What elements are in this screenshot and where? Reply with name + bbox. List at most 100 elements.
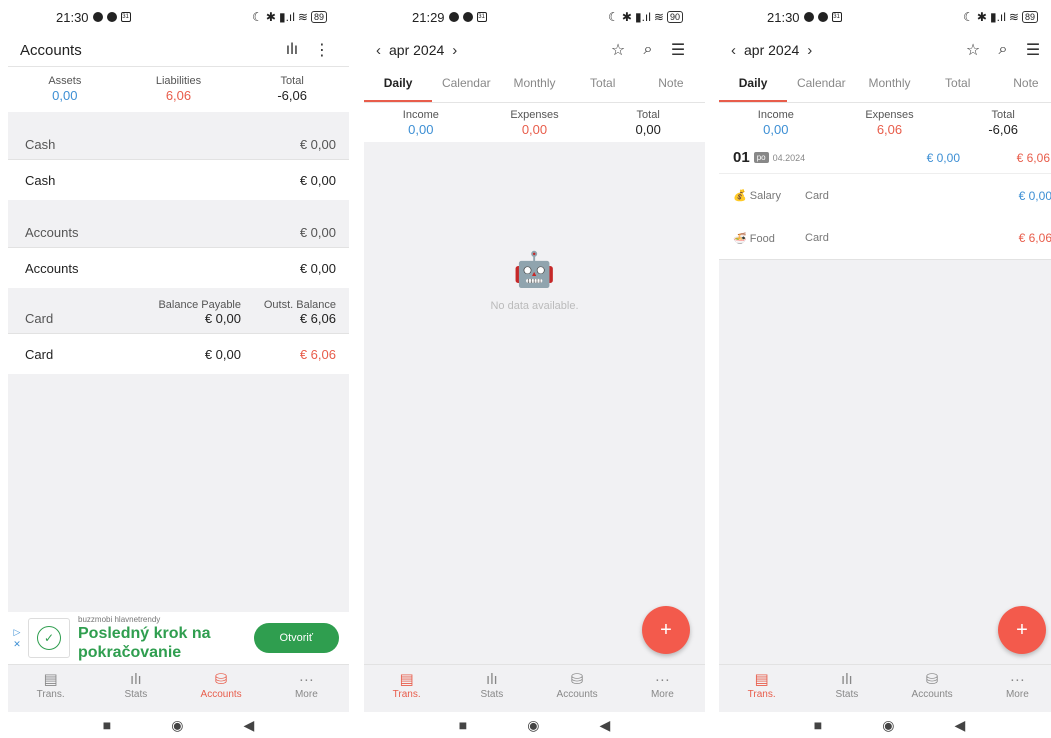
transaction-category: Salary [749, 190, 781, 202]
signal-icon: ▮.ıl [989, 10, 1006, 24]
status-bar: 21:30 31 ☾ ✱ ▮.ıl ≋ 89 [719, 0, 1051, 34]
back-icon[interactable]: ◀ [954, 717, 965, 734]
app-bar: ‹ apr 2024 › ☆ ⌕ ☰ [364, 34, 705, 66]
nav-stats[interactable]: ılı Stats [804, 665, 889, 710]
home-icon[interactable]: ◉ [882, 717, 894, 734]
search-icon[interactable]: ⌕ [633, 41, 663, 59]
period-label[interactable]: apr 2024 [744, 42, 799, 58]
recents-icon[interactable]: ■ [459, 717, 467, 733]
nav-more[interactable]: ··· More [975, 665, 1051, 710]
nav-accounts[interactable]: ⛁ Accounts [890, 665, 975, 710]
tab-note[interactable]: Note [637, 66, 705, 102]
group-header-card[interactable]: Card Balance Payable € 0,00 Outst. Balan… [8, 288, 349, 334]
day-header[interactable]: 01 po 04.2024 € 0,00 € 6,06 [719, 142, 1051, 174]
chevron-left-icon[interactable]: ‹ [376, 42, 381, 59]
battery-icon: 89 [310, 11, 327, 23]
chevron-left-icon[interactable]: ‹ [731, 42, 736, 59]
nav-trans[interactable]: ▤ Trans. [8, 665, 93, 710]
money-bag-icon: 💰 [733, 190, 747, 202]
check-icon: ✓ [37, 626, 61, 650]
total-value: -6,06 [277, 88, 307, 103]
robot-icon: 🤖 [513, 251, 556, 289]
nav-stats[interactable]: ılı Stats [93, 665, 178, 710]
home-icon[interactable]: ◉ [171, 717, 183, 734]
nav-more[interactable]: ··· More [620, 665, 705, 710]
total-value: 0,00 [635, 122, 661, 137]
ad-banner[interactable]: ▷ ✕ ✓ buzzmobi hlavnetrendy Posledný krok… [8, 612, 349, 664]
food-icon: 🍜 [733, 232, 747, 245]
recents-icon[interactable]: ■ [103, 717, 111, 733]
group-header-cash[interactable]: Cash € 0,00 [8, 133, 349, 160]
transaction-account: Card [805, 232, 829, 244]
filter-icon[interactable]: ☰ [1018, 40, 1048, 60]
weekday-badge: po [753, 152, 769, 163]
calendar-icon: 31 [476, 12, 487, 22]
bar-chart-icon: ılı [841, 671, 853, 688]
nav-accounts[interactable]: ⛁ Accounts [535, 665, 620, 710]
group-header-accounts[interactable]: Accounts € 0,00 [8, 200, 349, 248]
nav-label: Accounts [200, 689, 242, 700]
calendar-icon: 31 [120, 12, 131, 22]
book-icon: ▤ [43, 671, 58, 688]
back-icon[interactable]: ◀ [243, 717, 254, 734]
signal-icon: ▮.ıl [278, 10, 295, 24]
tab-daily[interactable]: Daily [719, 66, 788, 102]
coins-icon: ⛁ [925, 671, 939, 688]
nav-accounts[interactable]: ⛁ Accounts [179, 665, 264, 710]
dots-icon: ··· [298, 671, 314, 688]
app-bar: Accounts ılı ⋮ [8, 34, 349, 66]
star-icon[interactable]: ☆ [958, 40, 988, 60]
transaction-row-food[interactable]: 🍜 Food Card € 6,06 [719, 217, 1051, 260]
ad-open-button[interactable]: Otvoriť [253, 623, 339, 653]
tab-calendar[interactable]: Calendar [787, 66, 855, 102]
tab-daily[interactable]: Daily [364, 66, 433, 102]
more-vert-icon[interactable]: ⋮ [307, 40, 337, 60]
recents-icon[interactable]: ■ [814, 717, 822, 733]
system-nav: ■ ◉ ◀ [8, 712, 349, 738]
period-label[interactable]: apr 2024 [389, 42, 444, 58]
star-icon[interactable]: ☆ [603, 40, 633, 60]
transaction-amount: € 6,06 [1018, 231, 1051, 245]
ad-logo: ✓ [28, 618, 70, 658]
add-transaction-button[interactable]: + [642, 606, 690, 654]
nav-label: Stats [835, 689, 859, 700]
messenger-icon [92, 12, 103, 22]
tab-note[interactable]: Note [992, 66, 1051, 102]
chevron-right-icon[interactable]: › [452, 42, 457, 59]
account-row-card[interactable]: Card € 0,00 € 6,06 [8, 334, 349, 374]
assets-label: Assets [48, 75, 82, 87]
tab-calendar[interactable]: Calendar [432, 66, 500, 102]
transaction-row-salary[interactable]: 💰 Salary Card € 0,00 [719, 174, 1051, 217]
status-time: 21:30 [767, 9, 800, 25]
tab-total[interactable]: Total [569, 66, 637, 102]
add-transaction-button[interactable]: + [998, 606, 1046, 654]
filter-icon[interactable]: ☰ [663, 40, 693, 60]
nav-label: Stats [124, 689, 148, 700]
chevron-right-icon[interactable]: › [807, 42, 812, 59]
balance-payable-value: € 0,00 [204, 311, 241, 326]
back-icon[interactable]: ◀ [599, 717, 610, 734]
tab-monthly[interactable]: Monthly [500, 66, 568, 102]
outst-balance-label: Outst. Balance [263, 299, 336, 311]
total-label: Total [991, 109, 1015, 121]
day-expense: € 6,06 [1016, 150, 1050, 165]
bar-chart-icon[interactable]: ılı [277, 41, 307, 59]
transactions-empty-screen: 21:29 31 ☾ ✱ ▮.ıl ≋ 90 ‹ apr 2024 › ☆ ⌕ … [364, 0, 705, 738]
nav-more[interactable]: ··· More [264, 665, 349, 710]
nav-stats[interactable]: ılı Stats [449, 665, 534, 710]
tab-monthly[interactable]: Monthly [855, 66, 923, 102]
liabilities-label: Liabilities [155, 75, 202, 87]
income-value: 0,00 [763, 122, 789, 137]
account-row-accounts[interactable]: Accounts € 0,00 [8, 248, 349, 288]
nav-trans[interactable]: ▤ Trans. [719, 665, 804, 710]
search-icon[interactable]: ⌕ [988, 41, 1018, 59]
messenger-icon [448, 12, 459, 22]
nav-trans[interactable]: ▤ Trans. [364, 665, 449, 710]
page-title: Accounts [20, 41, 82, 59]
transaction-account: Card [805, 189, 829, 202]
home-icon[interactable]: ◉ [527, 717, 539, 734]
account-row-cash[interactable]: Cash € 0,00 [8, 160, 349, 200]
tab-total[interactable]: Total [924, 66, 992, 102]
ad-choices-icon[interactable]: ▷ ✕ [10, 626, 24, 650]
group-amount: € 0,00 [299, 225, 336, 240]
